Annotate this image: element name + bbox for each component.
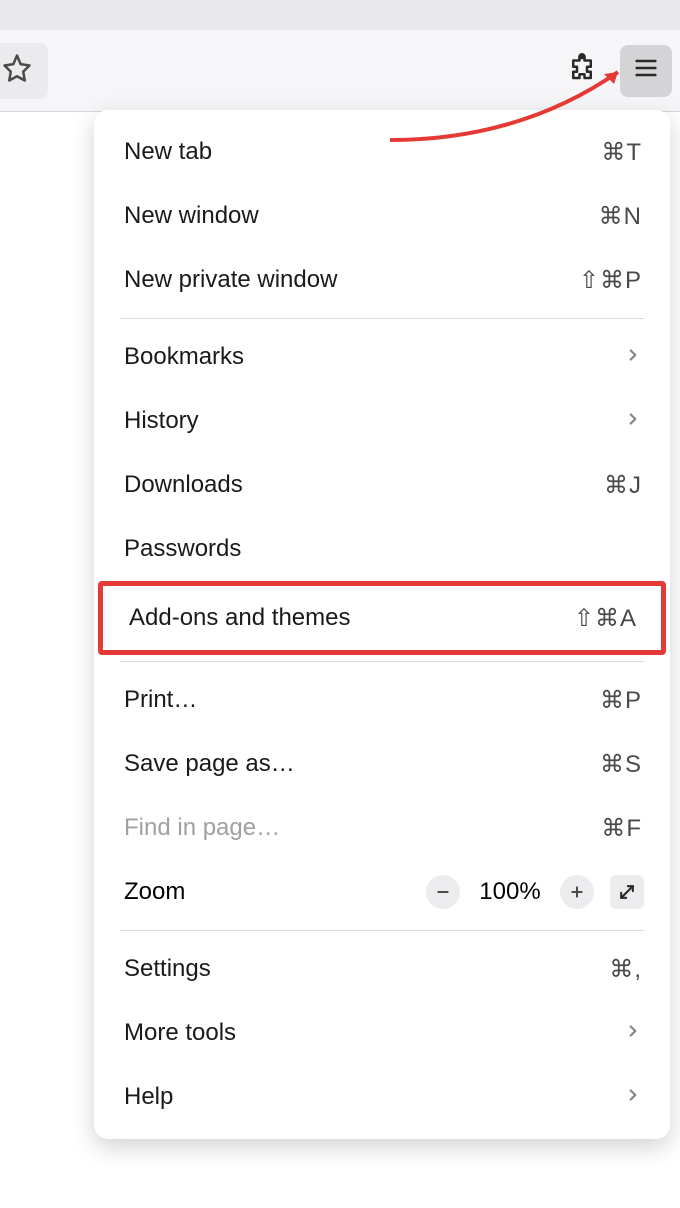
browser-toolbar <box>0 30 680 112</box>
menu-item-more-tools[interactable]: More tools <box>94 1001 670 1065</box>
menu-divider <box>120 318 644 319</box>
menu-shortcut: ⌘T <box>601 138 642 167</box>
menu-shortcut: ⇧⌘A <box>574 604 637 633</box>
menu-shortcut: ⌘N <box>599 202 642 231</box>
annotation-highlight: Add-ons and themes ⇧⌘A <box>98 581 666 655</box>
menu-label: New window <box>124 202 599 230</box>
hamburger-menu-button[interactable] <box>620 45 672 97</box>
extensions-button[interactable] <box>556 45 608 97</box>
zoom-in-button[interactable] <box>560 875 594 909</box>
menu-label: Find in page… <box>124 814 601 842</box>
menu-shortcut: ⌘S <box>600 750 642 779</box>
bookmark-star-icon[interactable] <box>2 53 32 88</box>
window-chrome-strip <box>0 0 680 30</box>
menu-shortcut: ⇧⌘P <box>579 266 642 295</box>
menu-item-new-private-window[interactable]: New private window ⇧⌘P <box>94 248 670 312</box>
menu-label: Add-ons and themes <box>129 604 574 632</box>
menu-label: New tab <box>124 138 601 166</box>
hamburger-icon <box>632 54 660 87</box>
menu-label: Downloads <box>124 471 604 499</box>
menu-label: Bookmarks <box>124 343 624 371</box>
menu-label: History <box>124 407 624 435</box>
menu-item-bookmarks[interactable]: Bookmarks <box>94 325 670 389</box>
application-menu: New tab ⌘T New window ⌘N New private win… <box>94 110 670 1139</box>
menu-label: New private window <box>124 266 579 294</box>
menu-item-print[interactable]: Print… ⌘P <box>94 668 670 732</box>
menu-label: Print… <box>124 686 600 714</box>
chevron-right-icon <box>624 343 642 371</box>
zoom-label: Zoom <box>124 878 426 906</box>
menu-shortcut: ⌘J <box>604 471 642 500</box>
menu-item-addons-themes[interactable]: Add-ons and themes ⇧⌘A <box>103 586 661 650</box>
chevron-right-icon <box>624 1083 642 1111</box>
menu-item-passwords[interactable]: Passwords <box>94 517 670 581</box>
menu-item-new-window[interactable]: New window ⌘N <box>94 184 670 248</box>
menu-item-save-page-as[interactable]: Save page as… ⌘S <box>94 732 670 796</box>
menu-shortcut: ⌘F <box>601 814 642 843</box>
menu-shortcut: ⌘P <box>600 686 642 715</box>
menu-label: More tools <box>124 1019 624 1047</box>
url-bar-bookmark-area[interactable] <box>0 43 48 99</box>
menu-item-downloads[interactable]: Downloads ⌘J <box>94 453 670 517</box>
menu-item-new-tab[interactable]: New tab ⌘T <box>94 120 670 184</box>
menu-item-history[interactable]: History <box>94 389 670 453</box>
zoom-out-button[interactable] <box>426 875 460 909</box>
menu-label: Save page as… <box>124 750 600 778</box>
menu-divider <box>120 930 644 931</box>
menu-item-settings[interactable]: Settings ⌘, <box>94 937 670 1001</box>
puzzle-icon <box>567 53 597 88</box>
fullscreen-button[interactable] <box>610 875 644 909</box>
zoom-value: 100% <box>476 878 544 906</box>
chevron-right-icon <box>624 407 642 435</box>
menu-item-find-in-page: Find in page… ⌘F <box>94 796 670 860</box>
menu-divider <box>120 661 644 662</box>
menu-item-help[interactable]: Help <box>94 1065 670 1129</box>
menu-label: Passwords <box>124 535 642 563</box>
menu-label: Help <box>124 1083 624 1111</box>
menu-label: Settings <box>124 955 609 983</box>
chevron-right-icon <box>624 1019 642 1047</box>
menu-item-zoom: Zoom 100% <box>94 860 670 924</box>
menu-shortcut: ⌘, <box>609 955 642 984</box>
